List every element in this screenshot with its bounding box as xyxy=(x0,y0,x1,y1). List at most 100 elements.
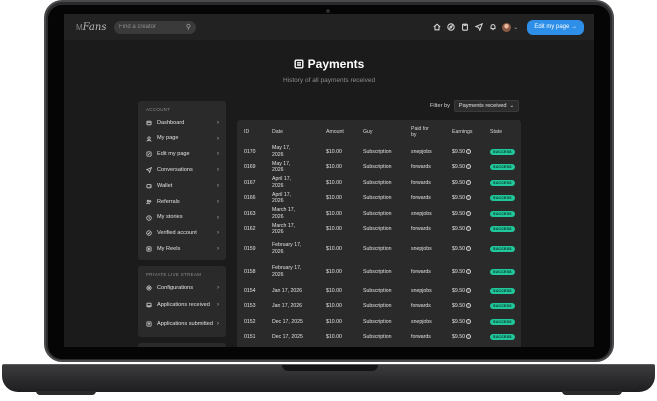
edit-my-page-button[interactable]: Edit my page → xyxy=(527,19,584,35)
cell-state: SUCCESS xyxy=(483,179,521,186)
info-icon[interactable]: ? xyxy=(465,268,471,274)
status-badge: SUCCESS xyxy=(490,210,515,217)
cell-guy: Subscription xyxy=(363,210,392,217)
cell-id: 0158 xyxy=(244,268,256,275)
cell-guy: Subscription xyxy=(363,268,392,275)
sidebar-item-my-stories[interactable]: My stories › xyxy=(138,210,226,226)
info-icon[interactable]: ? xyxy=(465,164,471,170)
earnings-value: $9.50 xyxy=(452,334,465,341)
info-icon[interactable]: ? xyxy=(465,287,471,293)
info-icon[interactable]: ? xyxy=(465,210,471,216)
table-row: 0152 Dec 17, 2025 $10.00 Subscription snepjo… xyxy=(237,314,521,330)
sidebar-item-label: Applications received xyxy=(157,302,210,309)
cell-paid-by: forwards xyxy=(411,179,431,186)
chevron-right-icon: › xyxy=(217,302,219,309)
sidebar-item-referrals[interactable]: Referrals › xyxy=(138,194,226,210)
sidebar-item-wallet[interactable]: Wallet › xyxy=(138,178,226,194)
earnings-value: $9.50 xyxy=(452,195,465,202)
clipboard-icon[interactable] xyxy=(460,23,469,32)
sidebar-item-label: Referrals xyxy=(157,198,180,205)
cell-state: SUCCESS xyxy=(483,334,521,341)
page-title: Payments xyxy=(307,57,365,71)
chevron-right-icon: › xyxy=(217,151,219,158)
cell-amount: $10.00 xyxy=(326,303,342,310)
reels-icon xyxy=(146,246,152,252)
info-icon[interactable]: ? xyxy=(465,195,471,201)
home-icon[interactable] xyxy=(432,23,441,32)
chevron-right-icon: › xyxy=(217,285,219,292)
sidebar-item-configurations[interactable]: Configurations › xyxy=(138,280,226,296)
table-header: ID Date Amount Guy Paid for by Earnings State xyxy=(237,120,521,144)
cell-paid-by: snepjobs xyxy=(411,210,432,217)
table-row: 0153 Jan 17, 2026 $10.00 Subscription forwar… xyxy=(237,299,521,315)
cell-state: SUCCESS xyxy=(483,210,521,217)
sidebar-item-edit-my-page[interactable]: Edit my page › xyxy=(138,147,226,163)
avatar[interactable] xyxy=(502,22,512,32)
chevron-right-icon: › xyxy=(217,246,219,253)
send-icon[interactable] xyxy=(474,23,483,32)
compass-icon[interactable] xyxy=(446,23,455,32)
earnings-value: $9.50 xyxy=(452,245,465,252)
wallet-icon xyxy=(146,183,152,189)
table-row: 0170 May 17, 2026 $10.00 Subscription snepjo… xyxy=(237,144,521,160)
stories-icon xyxy=(146,215,152,221)
top-icons: ⌄ Edit my page → xyxy=(432,19,584,35)
info-icon[interactable]: ? xyxy=(465,318,471,324)
cell-paid-by: snepjobs xyxy=(411,148,432,155)
chevron-right-icon: › xyxy=(217,321,219,328)
cell-amount: $10.00 xyxy=(326,318,342,325)
search-input[interactable] xyxy=(119,24,179,30)
sidebar-item-dashboard[interactable]: Dashboard › xyxy=(138,115,226,131)
cell-date: April 17, 2026 xyxy=(272,176,292,189)
live-stream-menu: PRIVATE LIVE STREAM Configurations › Appli… xyxy=(138,266,226,337)
live-stream-menu-header: PRIVATE LIVE STREAM xyxy=(146,272,202,278)
sidebar-item-label: My page xyxy=(157,135,179,142)
cell-id: 0153 xyxy=(244,303,256,310)
status-badge: SUCCESS xyxy=(490,287,515,294)
cell-id: 0151 xyxy=(244,334,256,341)
edit-icon xyxy=(146,151,152,157)
info-icon[interactable]: ? xyxy=(465,179,471,185)
cell-state: SUCCESS xyxy=(483,318,521,325)
cell-date: May 17, 2026 xyxy=(272,160,291,174)
sidebar-item-verified-account[interactable]: Verified account › xyxy=(138,226,226,242)
cell-amount: $10.00 xyxy=(326,148,342,155)
sidebar-item-applications-received[interactable]: Applications received › xyxy=(138,296,226,315)
chevron-down-icon[interactable]: ⌄ xyxy=(513,24,518,31)
cell-id: 0154 xyxy=(244,287,256,294)
info-icon[interactable]: ? xyxy=(465,334,471,340)
sidebar-extra-card xyxy=(138,342,226,347)
sidebar-item-applications-submitted[interactable]: Applications submitted › xyxy=(138,315,226,334)
status-badge: SUCCESS xyxy=(490,303,515,310)
sidebar-item-my-reels[interactable]: My Reels › xyxy=(138,241,226,257)
cell-guy: Subscription xyxy=(363,179,392,186)
cell-paid-by: forwards xyxy=(411,226,431,233)
cell-amount: $10.00 xyxy=(326,334,342,341)
cell-paid-by: snepjobs xyxy=(411,245,432,252)
sidebar-item-conversations[interactable]: Conversations › xyxy=(138,162,226,178)
cell-state: SUCCESS xyxy=(483,148,521,155)
cell-guy: Subscription xyxy=(363,245,392,252)
info-icon[interactable]: ? xyxy=(465,303,471,309)
cell-id: 0167 xyxy=(244,179,256,186)
page-icon xyxy=(146,136,152,142)
info-icon[interactable]: ? xyxy=(465,226,471,232)
bell-icon[interactable] xyxy=(488,23,497,32)
brand-logo[interactable]: MFans xyxy=(76,22,106,33)
chevron-right-icon: › xyxy=(217,183,219,190)
sidebar-item-my-page[interactable]: My page › xyxy=(138,131,226,147)
search-icon[interactable]: ⚲ xyxy=(186,23,191,31)
cell-guy: Subscription xyxy=(363,287,392,294)
cell-guy: Subscription xyxy=(363,303,392,310)
cell-amount: $10.00 xyxy=(326,195,342,202)
receipt-icon xyxy=(294,59,304,69)
filter-select[interactable]: Payments received ⌄ xyxy=(453,100,520,112)
search-box[interactable]: ⚲ xyxy=(114,20,196,34)
info-icon[interactable]: ? xyxy=(465,148,471,154)
status-badge: SUCCESS xyxy=(490,179,515,186)
cell-date: February 17, 2026 xyxy=(272,242,302,255)
cell-paid-by: snepjobs xyxy=(411,287,432,294)
table-row: 0159 February 17, 2026 $10.00 Subscription s… xyxy=(237,237,521,260)
cell-id: 0169 xyxy=(244,164,256,171)
info-icon[interactable]: ? xyxy=(465,245,471,251)
